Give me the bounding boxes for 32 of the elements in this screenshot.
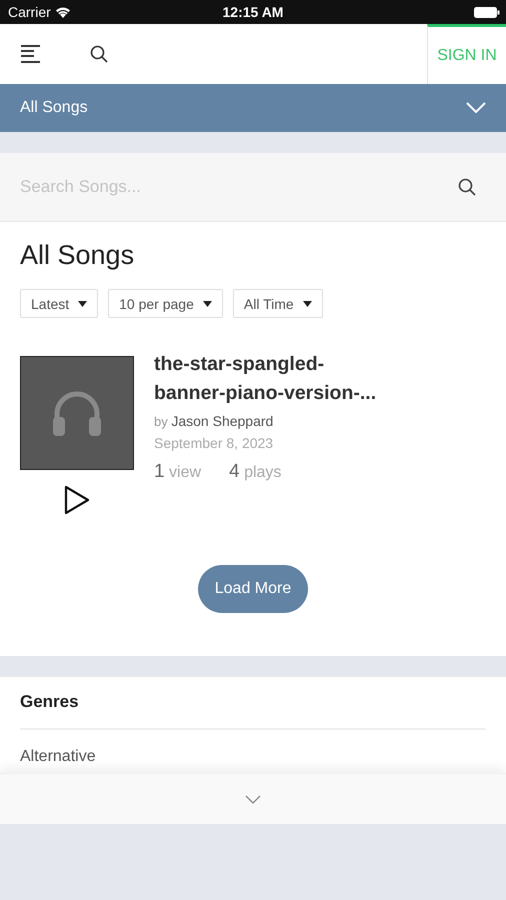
menu-icon[interactable] bbox=[20, 44, 42, 64]
section-dropdown[interactable]: All Songs bbox=[0, 84, 506, 132]
load-more-button[interactable]: Load More bbox=[198, 565, 308, 613]
filter-dropdown[interactable]: 10 per page bbox=[108, 289, 223, 318]
chevron-down-icon bbox=[466, 102, 486, 114]
song-artwork[interactable] bbox=[20, 356, 134, 470]
search-icon[interactable] bbox=[458, 178, 476, 196]
genre-item[interactable]: Alternative bbox=[20, 730, 486, 766]
wifi-icon bbox=[54, 6, 71, 18]
filter-dropdown[interactable]: All Time bbox=[232, 289, 323, 318]
headphones-icon bbox=[51, 390, 103, 436]
carrier-label: Carrier bbox=[8, 4, 51, 20]
song-date: September 8, 2023 bbox=[154, 435, 274, 451]
battery-icon bbox=[474, 6, 500, 18]
song-title[interactable]: the-star-spangled-banner-piano-version-... bbox=[154, 350, 392, 408]
play-label: plays bbox=[244, 464, 282, 481]
caret-icon bbox=[202, 300, 212, 306]
artist-link[interactable]: Jason Sheppard bbox=[171, 413, 274, 429]
caret-icon bbox=[302, 300, 312, 306]
by-label: by bbox=[154, 414, 168, 429]
chevron-down-icon bbox=[245, 794, 261, 804]
play-icon[interactable] bbox=[64, 485, 90, 515]
section-title: All Songs bbox=[20, 99, 88, 117]
view-count: 1 bbox=[154, 461, 165, 482]
search-icon[interactable] bbox=[90, 45, 108, 63]
play-count: 4 bbox=[229, 461, 240, 482]
page-title: All Songs bbox=[20, 240, 136, 271]
genres-heading: Genres bbox=[20, 677, 486, 730]
caret-icon bbox=[78, 300, 88, 306]
filter-dropdown[interactable]: Latest bbox=[20, 289, 98, 318]
view-label: view bbox=[169, 464, 202, 481]
status-time: 12:15 AM bbox=[222, 4, 284, 20]
